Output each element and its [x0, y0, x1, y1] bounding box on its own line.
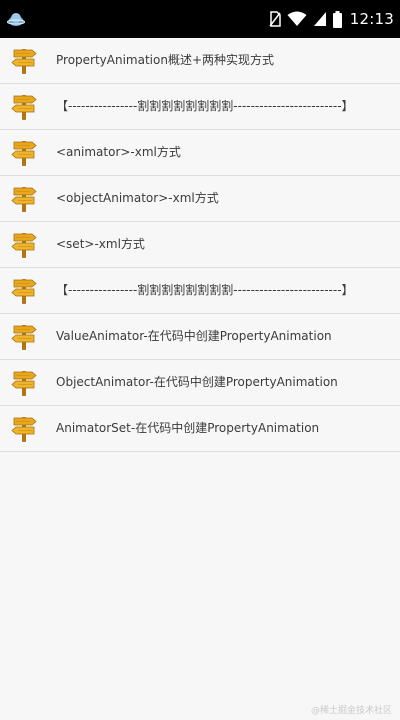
wooden-signpost-icon: [11, 414, 37, 442]
list-item[interactable]: <set>-xml方式: [0, 222, 400, 268]
list-item-label: PropertyAnimation概述+两种实现方式: [56, 53, 275, 67]
cellular-signal-icon: [313, 11, 327, 27]
wifi-icon: [287, 11, 307, 27]
wooden-signpost-icon: [11, 184, 37, 212]
status-icons: 12:13: [269, 0, 394, 38]
watermark: @稀土掘金技术社区: [310, 706, 392, 716]
list-item[interactable]: ObjectAnimator-在代码中创建PropertyAnimation: [0, 360, 400, 406]
wooden-signpost-icon: [11, 92, 37, 120]
list-item[interactable]: AnimatorSet-在代码中创建PropertyAnimation: [0, 406, 400, 452]
wooden-signpost-icon: [11, 138, 37, 166]
list-item-label: AnimatorSet-在代码中创建PropertyAnimation: [56, 421, 320, 435]
wooden-signpost-icon: [11, 46, 37, 74]
list-item-label: ValueAnimator-在代码中创建PropertyAnimation: [56, 329, 332, 343]
wooden-signpost-icon: [11, 368, 37, 396]
list-item-label: <animator>-xml方式: [56, 145, 181, 159]
list-item[interactable]: <objectAnimator>-xml方式: [0, 176, 400, 222]
wooden-signpost-icon: [11, 322, 37, 350]
status-bar: 12:13: [0, 0, 400, 38]
list-item-label: 【----------------割割割割割割割割---------------…: [56, 99, 354, 113]
list-item-label: <objectAnimator>-xml方式: [56, 191, 219, 205]
wooden-signpost-icon: [11, 276, 37, 304]
battery-icon: [332, 10, 342, 28]
list-item-label: ObjectAnimator-在代码中创建PropertyAnimation: [56, 375, 338, 389]
wooden-signpost-icon: [11, 230, 37, 258]
list-item-label: <set>-xml方式: [56, 237, 145, 251]
list-item[interactable]: 【----------------割割割割割割割割---------------…: [0, 84, 400, 130]
list-item[interactable]: PropertyAnimation概述+两种实现方式: [0, 38, 400, 84]
no-sim-icon: [269, 11, 281, 27]
list-item[interactable]: ValueAnimator-在代码中创建PropertyAnimation: [0, 314, 400, 360]
status-time: 12:13: [349, 10, 394, 28]
android-app-icon: [6, 10, 26, 28]
list-item[interactable]: <animator>-xml方式: [0, 130, 400, 176]
list-item[interactable]: 【----------------割割割割割割割割---------------…: [0, 268, 400, 314]
list-item-label: 【----------------割割割割割割割割---------------…: [56, 283, 354, 297]
animation-topic-list: PropertyAnimation概述+两种实现方式【-------------…: [0, 38, 400, 452]
